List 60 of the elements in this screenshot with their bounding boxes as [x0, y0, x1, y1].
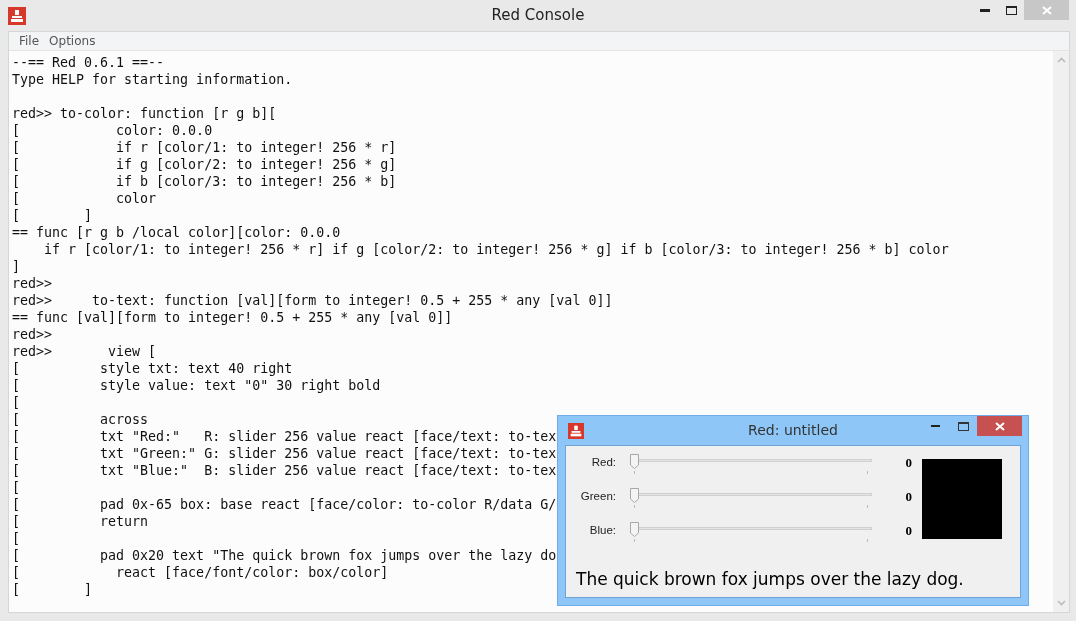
console-line: [ color: 0.0.0: [12, 122, 213, 139]
slider-label: Green:: [579, 490, 616, 502]
slider-value: 0: [904, 455, 912, 471]
console-line: [ ]: [12, 207, 93, 224]
console-line: red>> view [: [12, 343, 157, 360]
slider[interactable]: [630, 522, 872, 542]
console-line: if r [color/1: to integer! 256 * r] if g [color/2: to integer! 256 * g] if b [color/3: to integer! 256 * b] color: [43, 241, 949, 258]
console-line: [ if b [color/3: to integer! 256 * b]: [12, 173, 397, 190]
close-button[interactable]: [977, 416, 1022, 436]
menu-item[interactable]: Options: [44, 34, 101, 48]
console-line: [ style value: text "0" 30 right bold: [12, 377, 381, 394]
slider-label: Blue:: [588, 524, 616, 536]
menu-item[interactable]: File: [14, 34, 45, 48]
console-line: [: [12, 479, 20, 496]
minimize-icon: [980, 8, 990, 12]
console-line: [ return: [12, 513, 149, 530]
console-line: red>> to-text: function [val][form to integer! 0.5 + 255 * any [val 0]]: [12, 292, 613, 309]
console-line: [: [12, 394, 20, 411]
app-icon: [8, 6, 26, 25]
console-line: ]: [12, 258, 20, 275]
console-line: red>>: [12, 326, 53, 343]
console-line: [ txt "Green:" G: slider 256 value react [face/text: to-tex: [12, 445, 557, 462]
window-title: Red Console: [491, 6, 585, 24]
slider-thumb[interactable]: [630, 522, 639, 537]
scroll-down-icon[interactable]: [1056, 600, 1066, 606]
console-line: [ if g [color/2: to integer! 256 * g]: [12, 156, 397, 173]
console-line: [: [12, 530, 20, 547]
slider-value: 0: [904, 523, 912, 539]
console-line: Type HELP for starting information.: [12, 71, 293, 88]
close-icon: [994, 421, 1005, 431]
slider[interactable]: [630, 488, 872, 508]
slider-value: 0: [904, 489, 912, 505]
console-line: --== Red 0.6.1 ==--: [12, 54, 165, 71]
maximize-icon: [957, 421, 969, 431]
console-line: [ react [face/font/color: box/color]: [12, 564, 389, 581]
console-line: [ ]: [12, 581, 93, 598]
app-icon: [568, 422, 584, 439]
console-line: [ style txt: text 40 right: [12, 360, 293, 377]
console-line: [ txt "Red:" R: slider 256 value react [face/text: to-tex: [12, 428, 557, 445]
console-line: [ across: [12, 411, 149, 428]
console-line: [ pad 0x20 text "The quick brown fox jumps over the lazy do: [12, 547, 557, 564]
slider-thumb[interactable]: [630, 488, 639, 503]
maximize-icon: [1005, 5, 1017, 15]
console-line: red>> to-color: function [r g b][: [12, 105, 277, 122]
console-line: [ txt "Blue:" B: slider 256 value react [face/text: to-tex: [12, 462, 557, 479]
slider-label: Red:: [590, 456, 616, 468]
sample-text: The quick brown fox jumps over the lazy dog.: [576, 569, 964, 589]
scrollbar[interactable]: [1053, 51, 1069, 612]
console-line: [ color: [12, 190, 157, 207]
console-line: [ pad 0x-65 box: base react [face/color: to-color R/data G/: [12, 496, 557, 513]
console-line: == func [r g b /local color][color: 0.0.0: [12, 224, 341, 241]
close-icon: [1041, 5, 1052, 15]
console-line: red>>: [12, 275, 53, 292]
console-line: [ if r [color/1: to integer! 256 * r]: [12, 139, 397, 156]
scroll-up-icon[interactable]: [1056, 57, 1066, 63]
slider-thumb[interactable]: [630, 454, 639, 469]
console-line: == func [val][form to integer! 0.5 + 255 * any [val 0]]: [12, 309, 453, 326]
slider[interactable]: [630, 454, 872, 474]
minimize-icon: [930, 424, 940, 428]
dialog-title: Red: untitled: [748, 422, 838, 438]
